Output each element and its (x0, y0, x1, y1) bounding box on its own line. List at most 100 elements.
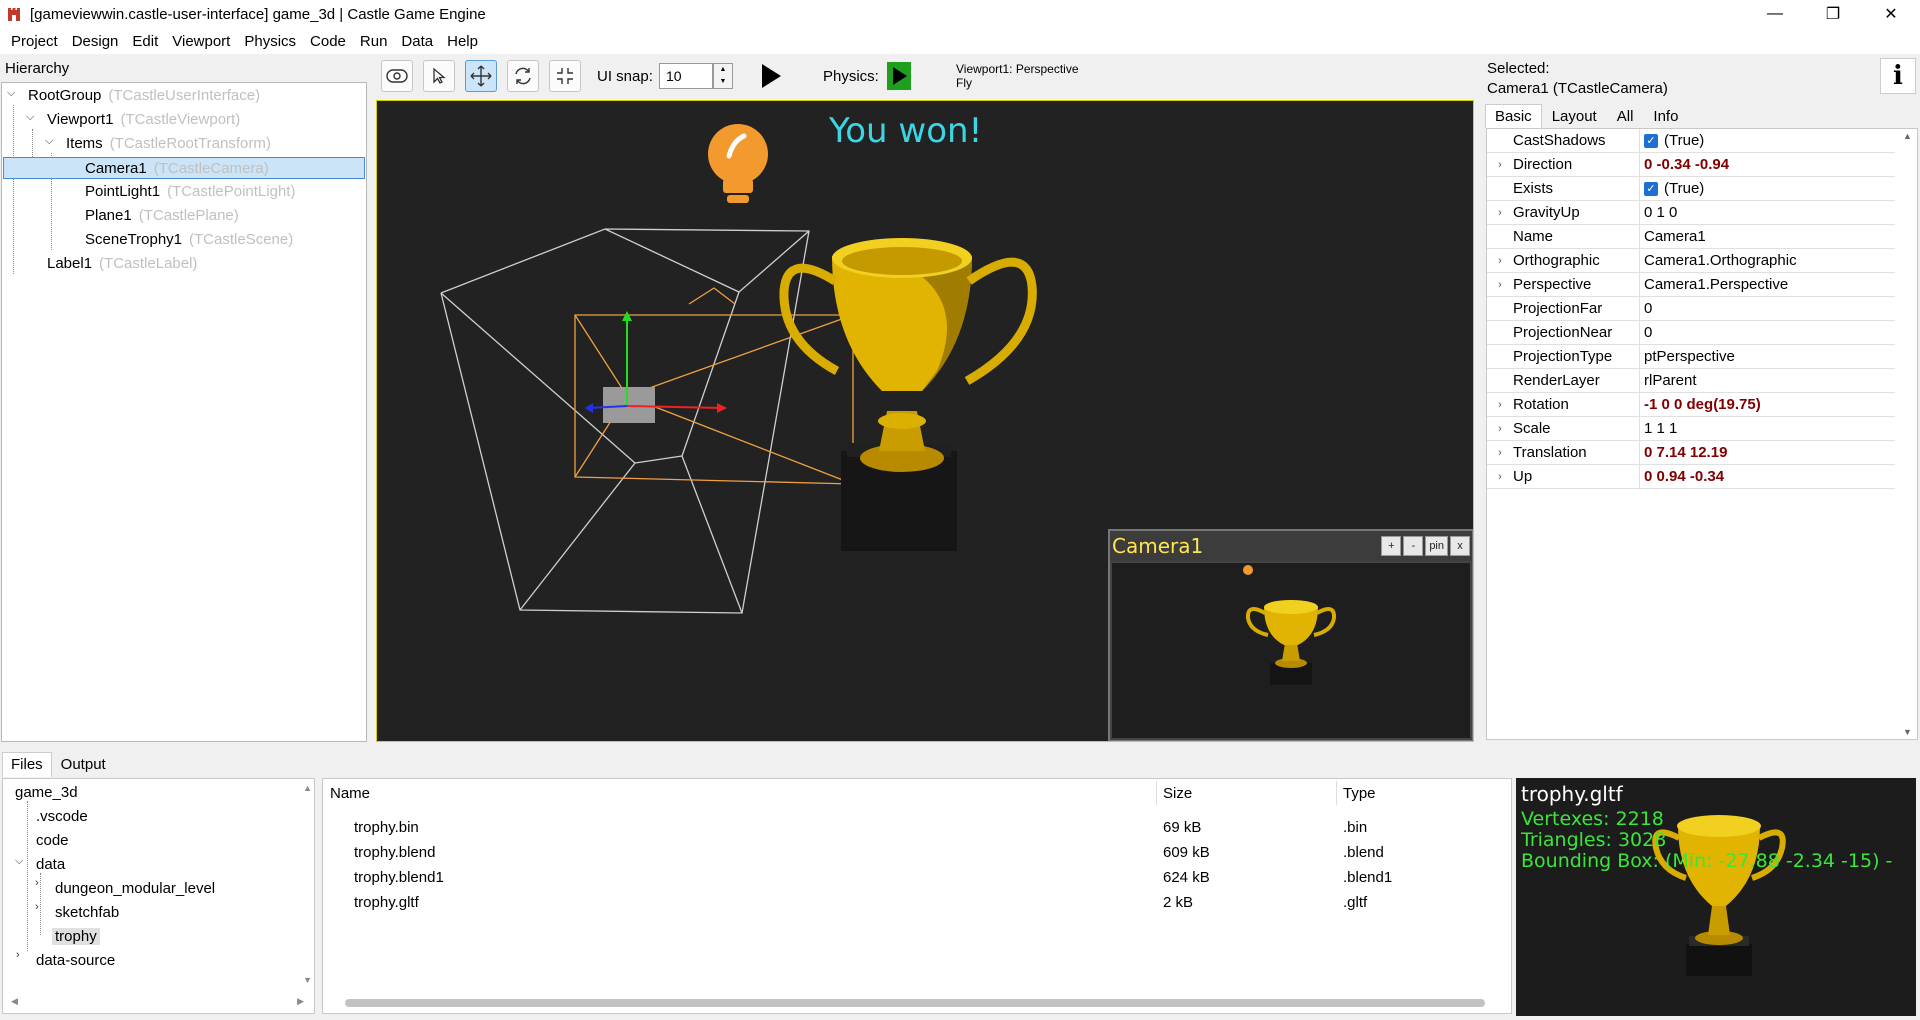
property-value[interactable]: 1 1 1 (1639, 416, 1895, 441)
property-value[interactable]: 0 7.14 12.19 (1639, 440, 1895, 465)
expand-arrow-icon[interactable]: › (1487, 279, 1513, 291)
property-value[interactable]: 0 (1639, 296, 1895, 321)
property-value[interactable]: Camera1.Orthographic (1639, 248, 1895, 273)
property-row-rotation[interactable]: › Rotation -1 0 0 deg(19.75) (1487, 392, 1895, 417)
camera-preview-panel[interactable]: Camera1 + - pin x (1108, 529, 1473, 741)
property-row-orthographic[interactable]: › Orthographic Camera1.Orthographic (1487, 248, 1895, 273)
file-row-name[interactable]: trophy.gltf (354, 894, 419, 911)
expand-arrow-icon[interactable]: › (1487, 471, 1513, 483)
collapse-arrow-icon[interactable]: ⌵ (15, 855, 23, 868)
property-value[interactable]: rlParent (1639, 368, 1895, 393)
files-list-hscrollbar[interactable] (345, 999, 1485, 1007)
ui-snap-input[interactable] (659, 63, 713, 89)
expand-arrow-icon[interactable]: › (16, 949, 20, 961)
property-row-projectionnear[interactable]: ProjectionNear 0 (1487, 320, 1895, 345)
tree-item-trophy[interactable]: trophy (52, 925, 100, 947)
viewport-3d[interactable]: You won! Camera1 + - pin x (376, 100, 1474, 742)
hide-ui-button[interactable] (381, 60, 413, 92)
menu-design[interactable]: Design (65, 33, 126, 50)
tree-item-scenetrophy1[interactable]: SceneTrophy1 (TCastleScene) (85, 229, 293, 250)
property-grid-scrollbar[interactable]: ▲ ▼ (1899, 129, 1917, 739)
tree-item-camera1[interactable]: Camera1 (TCastleCamera) (3, 157, 365, 179)
spin-down-icon[interactable]: ▼ (714, 76, 732, 88)
tree-item-viewport1[interactable]: Viewport1 (TCastleViewport) (47, 109, 240, 130)
property-row-castshadows[interactable]: CastShadows ✓ (True) (1487, 128, 1895, 153)
menu-run[interactable]: Run (353, 33, 395, 50)
file-row-name[interactable]: trophy.blend (354, 844, 435, 861)
collapse-arrow-icon[interactable]: ⌵ (45, 135, 53, 148)
preview-pin-button[interactable]: pin (1425, 536, 1448, 556)
expand-arrow-icon[interactable]: › (35, 877, 39, 889)
play-button[interactable] (755, 60, 787, 92)
column-header-size[interactable]: Size (1163, 785, 1192, 802)
tree-item-dungeon-modular-level[interactable]: dungeon_modular_level (55, 877, 215, 899)
tree-item-data-source[interactable]: data-source (36, 949, 115, 971)
column-header-type[interactable]: Type (1343, 785, 1376, 802)
tree-item-label1[interactable]: Label1 (TCastleLabel) (47, 253, 197, 274)
property-row-exists[interactable]: Exists ✓ (True) (1487, 176, 1895, 201)
property-row-projectiontype[interactable]: ProjectionType ptPerspective (1487, 344, 1895, 369)
tree-item-vscode[interactable]: .vscode (36, 805, 88, 827)
property-value[interactable]: ✓ (True) (1639, 176, 1895, 201)
property-row-name[interactable]: Name Camera1 (1487, 224, 1895, 249)
tree-item-sketchfab[interactable]: sketchfab (55, 901, 119, 923)
rotate-tool-button[interactable] (507, 60, 539, 92)
menu-physics[interactable]: Physics (237, 33, 303, 50)
checkbox-checked-icon[interactable]: ✓ (1644, 133, 1658, 148)
collapse-arrow-icon[interactable]: ⌵ (7, 87, 15, 100)
tab-files[interactable]: Files (2, 752, 52, 777)
tree-item-pointlight1[interactable]: PointLight1 (TCastlePointLight) (85, 181, 295, 202)
tree-scroll-up-icon[interactable]: ▲ (303, 783, 312, 793)
tab-output[interactable]: Output (52, 752, 115, 777)
scroll-down-icon[interactable]: ▼ (1903, 727, 1912, 737)
property-row-projectionfar[interactable]: ProjectionFar 0 (1487, 296, 1895, 321)
property-value[interactable]: 0 1 0 (1639, 200, 1895, 225)
tab-info[interactable]: Info (1643, 104, 1688, 128)
label-you-won[interactable]: You won! (829, 111, 982, 151)
property-row-direction[interactable]: › Direction 0 -0.34 -0.94 (1487, 152, 1895, 177)
preview-shrink-button[interactable]: - (1403, 536, 1424, 556)
property-row-up[interactable]: › Up 0 0.94 -0.34 (1487, 464, 1895, 489)
property-grid[interactable]: CastShadows ✓ (True) › Direction 0 -0.34 -0.9… (1486, 128, 1918, 740)
checkbox-checked-icon[interactable]: ✓ (1644, 181, 1658, 196)
collapse-arrow-icon[interactable]: ⌵ (26, 111, 34, 124)
tree-item-plane1[interactable]: Plane1 (TCastlePlane) (85, 205, 239, 226)
property-value[interactable]: ptPerspective (1639, 344, 1895, 369)
menu-help[interactable]: Help (440, 33, 485, 50)
info-button[interactable]: i (1880, 58, 1916, 94)
translate-tool-button[interactable] (465, 60, 497, 92)
expand-arrow-icon[interactable]: › (1487, 255, 1513, 267)
spin-up-icon[interactable]: ▲ (714, 64, 732, 76)
tree-item-rootgroup[interactable]: RootGroup (TCastleUserInterface) (28, 85, 260, 106)
menu-viewport[interactable]: Viewport (165, 33, 237, 50)
property-value[interactable]: -1 0 0 deg(19.75) (1639, 392, 1895, 417)
property-row-scale[interactable]: › Scale 1 1 1 (1487, 416, 1895, 441)
expand-arrow-icon[interactable]: › (1487, 423, 1513, 435)
physics-play-button[interactable] (883, 60, 915, 92)
property-value[interactable]: 0 0.94 -0.34 (1639, 464, 1895, 489)
property-value[interactable]: Camera1 (1639, 224, 1895, 249)
tree-item-items[interactable]: Items (TCastleRootTransform) (66, 133, 271, 154)
tree-item-code[interactable]: code (36, 829, 69, 851)
menu-project[interactable]: Project (4, 33, 65, 50)
file-row-name[interactable]: trophy.blend1 (354, 869, 444, 886)
menu-edit[interactable]: Edit (125, 33, 165, 50)
tab-layout[interactable]: Layout (1542, 104, 1607, 128)
expand-arrow-icon[interactable]: › (35, 901, 39, 913)
preview-enlarge-button[interactable]: + (1381, 536, 1402, 556)
scale-tool-button[interactable] (549, 60, 581, 92)
select-tool-button[interactable] (423, 60, 455, 92)
ui-snap-spinner[interactable]: ▲ ▼ (713, 63, 733, 89)
hierarchy-tree[interactable]: ⌵ RootGroup (TCastleUserInterface) ⌵ View… (1, 82, 367, 742)
tree-item-data[interactable]: data (36, 853, 65, 875)
property-value[interactable]: Camera1.Perspective (1639, 272, 1895, 297)
expand-arrow-icon[interactable]: › (1487, 447, 1513, 459)
files-tree[interactable]: game_3d .vscode code ⌵ data › dungeon_mo… (2, 778, 315, 1014)
column-header-name[interactable]: Name (330, 785, 370, 802)
property-value[interactable]: 0 -0.34 -0.94 (1639, 152, 1895, 177)
expand-arrow-icon[interactable]: › (1487, 207, 1513, 219)
tree-scroll-right-icon[interactable]: ▶ (297, 996, 304, 1007)
menu-data[interactable]: Data (394, 33, 440, 50)
tree-scroll-down-icon[interactable]: ▼ (303, 975, 312, 985)
tab-all[interactable]: All (1607, 104, 1644, 128)
